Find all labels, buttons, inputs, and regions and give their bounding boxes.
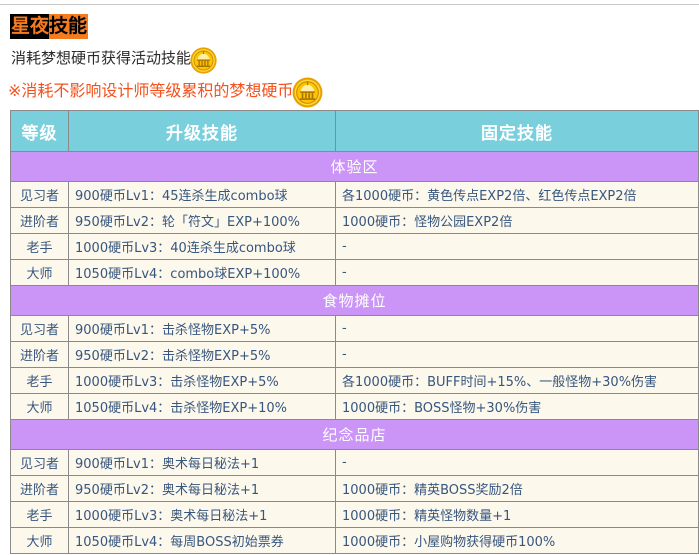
cell-rank: 见习者 — [10, 181, 69, 208]
cell-upgrade: 900硬币Lv1：击杀怪物EXP+5% — [68, 315, 336, 342]
table-row: 进阶者 950硬币Lv2：轮「符文」EXP+100% 1000硬币：怪物公园EX… — [10, 207, 699, 234]
cell-rank: 老手 — [10, 233, 69, 260]
cell-rank: 大师 — [10, 527, 69, 554]
cell-upgrade: 950硬币Lv2：奥术每日秘法+1 — [68, 475, 336, 502]
cell-upgrade: 900硬币Lv1：奥术每日秘法+1 — [68, 449, 336, 476]
table-row: 进阶者 950硬币Lv2：奥术每日秘法+1 1000硬币：精英BOSS奖励2倍 — [10, 475, 699, 502]
table-row: 大师 1050硬币Lv4：每周BOSS初始票券 1000硬币：小屋购物获得硬币1… — [10, 527, 699, 554]
page-title-segment-a: 星夜 — [10, 14, 50, 39]
cell-rank: 大师 — [10, 259, 69, 286]
section-title: 食物摊位 — [10, 285, 699, 316]
skills-table: 等级 升级技能 固定技能 体验区 见习者 900硬币Lv1：45连杀生成comb… — [10, 110, 699, 554]
cell-fixed: - — [335, 449, 699, 476]
dream-coin-icon — [189, 46, 218, 75]
cell-upgrade: 1000硬币Lv3：40连杀生成combo球 — [68, 233, 336, 260]
section-header-row: 体验区 — [10, 151, 699, 182]
cell-upgrade: 1000硬币Lv3：奥术每日秘法+1 — [68, 501, 336, 528]
page-title-segment-b: 技能 — [49, 14, 89, 39]
cell-upgrade: 1000硬币Lv3：击杀怪物EXP+5% — [68, 367, 336, 394]
cell-fixed: 1000硬币：精英BOSS奖励2倍 — [335, 475, 699, 502]
cell-fixed: 各1000硬币：黄色传点EXP2倍、红色传点EXP2倍 — [335, 181, 699, 208]
section-title: 纪念品店 — [10, 419, 699, 450]
cell-fixed: 1000硬币：小屋购物获得硬币100% — [335, 527, 699, 554]
cell-fixed: 1000硬币：BOSS怪物+30%伤害 — [335, 393, 699, 420]
table-row: 大师 1050硬币Lv4：击杀怪物EXP+10% 1000硬币：BOSS怪物+3… — [10, 393, 699, 420]
page-title: 星夜技能 — [10, 14, 89, 39]
intro-line-2-text: ※消耗不影响设计师等级累积的梦想硬币 — [8, 81, 294, 100]
table-row: 老手 1000硬币Lv3：奥术每日秘法+1 1000硬币：精英怪物数量+1 — [10, 501, 699, 528]
cell-rank: 老手 — [10, 501, 69, 528]
table-row: 老手 1000硬币Lv3：击杀怪物EXP+5% 各1000硬币：BUFF时间+1… — [10, 367, 699, 394]
intro-line-2: ※消耗不影响设计师等级累积的梦想硬币 — [8, 77, 693, 108]
table-row: 进阶者 950硬币Lv2：击杀怪物EXP+5% - — [10, 341, 699, 368]
table-row: 见习者 900硬币Lv1：奥术每日秘法+1 - — [10, 449, 699, 476]
cell-rank: 见习者 — [10, 449, 69, 476]
section-header-row: 食物摊位 — [10, 285, 699, 316]
cell-upgrade: 1050硬币Lv4：击杀怪物EXP+10% — [68, 393, 336, 420]
table-row: 见习者 900硬币Lv1：击杀怪物EXP+5% - — [10, 315, 699, 342]
cell-rank: 见习者 — [10, 315, 69, 342]
cell-upgrade: 1050硬币Lv4：combo球EXP+100% — [68, 259, 336, 286]
cell-rank: 进阶者 — [10, 341, 69, 368]
cell-fixed: - — [335, 315, 699, 342]
table-row: 大师 1050硬币Lv4：combo球EXP+100% - — [10, 259, 699, 286]
column-header-fixed: 固定技能 — [335, 110, 699, 152]
cell-rank: 大师 — [10, 393, 69, 420]
page-root: 星夜技能 消耗梦想硬币获得活动技能 ※消耗不影响设计师等级累积的梦想硬币 等级 … — [0, 5, 699, 554]
cell-upgrade: 900硬币Lv1：45连杀生成combo球 — [68, 181, 336, 208]
intro-line-1: 消耗梦想硬币获得活动技能 — [11, 46, 693, 74]
dream-coin-icon — [291, 76, 324, 109]
cell-upgrade: 950硬币Lv2：轮「符文」EXP+100% — [68, 207, 336, 234]
cell-upgrade: 1050硬币Lv4：每周BOSS初始票券 — [68, 527, 336, 554]
column-header-upgrade: 升级技能 — [68, 110, 336, 152]
cell-fixed: 1000硬币：精英怪物数量+1 — [335, 501, 699, 528]
cell-fixed: - — [335, 341, 699, 368]
cell-fixed: 各1000硬币：BUFF时间+15%、一般怪物+30%伤害 — [335, 367, 699, 394]
cell-fixed: - — [335, 259, 699, 286]
column-header-rank: 等级 — [10, 110, 69, 152]
cell-fixed: - — [335, 233, 699, 260]
cell-rank: 进阶者 — [10, 475, 69, 502]
table-row: 见习者 900硬币Lv1：45连杀生成combo球 各1000硬币：黄色传点EX… — [10, 181, 699, 208]
cell-fixed: 1000硬币：怪物公园EXP2倍 — [335, 207, 699, 234]
table-header-row: 等级 升级技能 固定技能 — [10, 110, 699, 152]
cell-upgrade: 950硬币Lv2：击杀怪物EXP+5% — [68, 341, 336, 368]
cell-rank: 进阶者 — [10, 207, 69, 234]
section-header-row: 纪念品店 — [10, 419, 699, 450]
cell-rank: 老手 — [10, 367, 69, 394]
section-title: 体验区 — [10, 151, 699, 182]
table-row: 老手 1000硬币Lv3：40连杀生成combo球 - — [10, 233, 699, 260]
intro-line-1-text: 消耗梦想硬币获得活动技能 — [11, 48, 192, 67]
